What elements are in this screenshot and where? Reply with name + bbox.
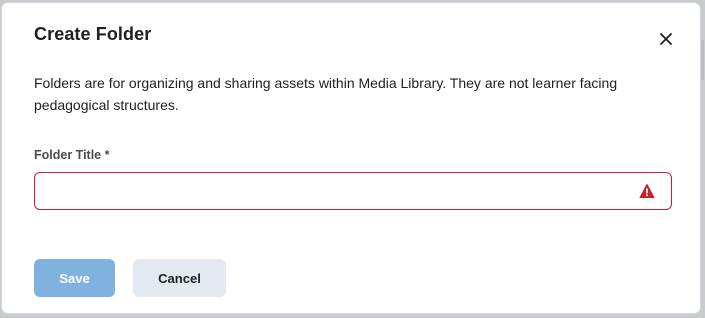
dialog-description: Folders are for organizing and sharing a… (34, 75, 618, 113)
folder-title-input[interactable] (35, 173, 649, 207)
save-button[interactable]: Save (34, 259, 115, 297)
create-folder-dialog: Create Folder Folders are for organizing… (1, 2, 701, 314)
folder-title-label: Folder Title * (34, 148, 110, 162)
close-button[interactable] (652, 25, 680, 53)
warning-triangle-icon (639, 184, 655, 198)
close-icon (660, 33, 672, 45)
dialog-title: Create Folder (34, 24, 152, 44)
cancel-button[interactable]: Cancel (133, 259, 226, 297)
folder-title-field (34, 172, 672, 210)
